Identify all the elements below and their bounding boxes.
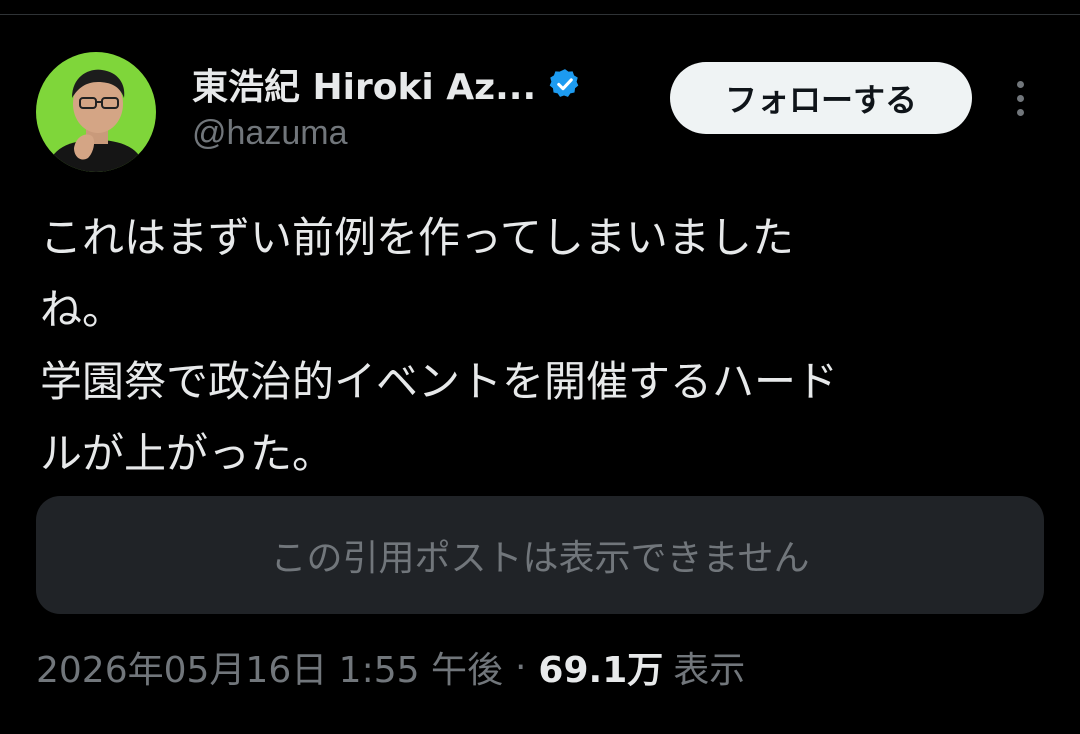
tweet-text-line: ね。 <box>40 285 125 334</box>
follow-button[interactable]: フォローする <box>670 62 972 134</box>
more-dot <box>1016 94 1024 102</box>
quote-post-unavailable[interactable]: この引用ポストは表示できません <box>36 496 1044 614</box>
more-vertical-icon[interactable] <box>1000 74 1040 122</box>
tweet-text: これはまずい前例を作ってしまいました ね。 学園祭で政治的イベントを開催するハー… <box>40 202 1040 490</box>
avatar-image <box>36 52 156 172</box>
quote-unavailable-text: この引用ポストは表示できません <box>270 538 810 579</box>
top-divider <box>0 14 1080 15</box>
verified-badge-icon <box>549 69 579 97</box>
tweet-text-line: ルが上がった。 <box>40 429 335 478</box>
timestamp[interactable]: 2026年05月16日 1:55 午後 <box>36 641 503 693</box>
more-dot <box>1016 80 1024 88</box>
meta-separator: · <box>514 646 527 688</box>
more-dot <box>1016 108 1024 116</box>
author-display-name[interactable]: 東浩紀 Hiroki Az... <box>192 58 536 110</box>
author-handle[interactable]: @hazuma <box>192 114 347 153</box>
tweet-meta: 2026年05月16日 1:55 午後 · 69.1万 表示 <box>36 642 745 692</box>
avatar[interactable] <box>36 52 156 172</box>
author-name-row: 東浩紀 Hiroki Az... <box>192 58 582 110</box>
views-count: 69.1万 <box>538 650 664 691</box>
tweet-text-line: 学園祭で政治的イベントを開催するハード <box>40 357 839 406</box>
views-label: 表示 <box>673 650 746 691</box>
tweet-text-line: これはまずい前例を作ってしまいました <box>40 213 794 262</box>
